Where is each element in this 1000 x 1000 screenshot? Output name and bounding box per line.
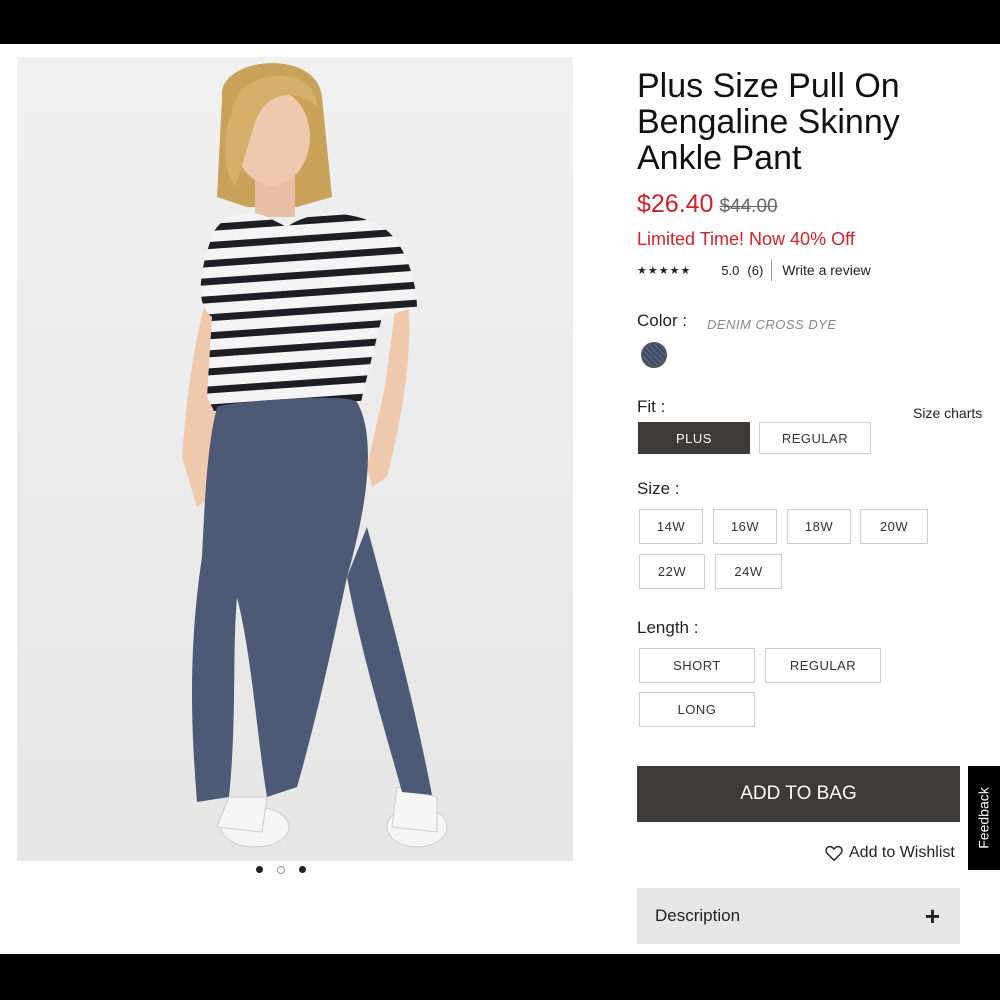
carousel-dot-3[interactable]	[299, 866, 306, 873]
product-info-panel: Plus Size Pull On Bengaline Skinny Ankle…	[637, 44, 1000, 954]
size-option-24w[interactable]: 24W	[715, 554, 782, 589]
write-review-link[interactable]: Write a review	[782, 262, 870, 278]
size-option-18w[interactable]: 18W	[787, 509, 851, 544]
sale-price: $26.40	[637, 190, 714, 218]
image-carousel-dots	[256, 866, 306, 874]
promo-text: Limited Time! Now 40% Off	[637, 229, 855, 249]
size-charts-link[interactable]: Size charts	[913, 405, 982, 421]
color-label: Color :	[637, 311, 688, 330]
rating-value: 5.0	[721, 262, 740, 278]
color-swatch-denim[interactable]	[641, 342, 667, 368]
color-value: DENIM CROSS DYE	[707, 317, 837, 332]
description-accordion[interactable]: Description +	[637, 888, 960, 944]
feedback-label: Feedback	[976, 787, 993, 849]
plus-icon: +	[924, 901, 940, 931]
carousel-dot-2[interactable]	[277, 866, 285, 874]
size-option-16w[interactable]: 16W	[713, 509, 777, 544]
fit-label: Fit :	[637, 397, 666, 416]
review-count[interactable]: (6)	[747, 263, 763, 278]
length-label: Length :	[637, 618, 699, 637]
product-image[interactable]	[17, 57, 573, 861]
description-label: Description	[655, 906, 741, 925]
heart-icon	[825, 845, 843, 861]
fit-option-plus[interactable]: PLUS	[638, 422, 750, 454]
fit-option-regular[interactable]: REGULAR	[759, 422, 871, 454]
rating-row: ★★★★★ 5.0 (6) Write a review	[637, 259, 871, 281]
add-to-bag-button[interactable]: ADD TO BAG	[637, 766, 960, 822]
feedback-tab[interactable]: Feedback	[968, 766, 1000, 870]
size-label: Size :	[637, 479, 680, 498]
price-row: $26.40 $44.00	[637, 190, 778, 219]
star-rating-icon: ★★★★★	[637, 264, 692, 277]
carousel-dot-1[interactable]	[256, 866, 263, 873]
length-option-short[interactable]: SHORT	[639, 648, 755, 683]
product-page: Plus Size Pull On Bengaline Skinny Ankle…	[0, 44, 1000, 954]
size-option-20w[interactable]: 20W	[860, 509, 928, 544]
add-to-wishlist-link[interactable]: Add to Wishlist	[825, 844, 955, 862]
divider	[771, 259, 773, 281]
size-option-22w[interactable]: 22W	[639, 554, 705, 589]
product-title: Plus Size Pull On Bengaline Skinny Ankle…	[637, 67, 900, 177]
wishlist-label: Add to Wishlist	[849, 844, 955, 861]
length-option-long[interactable]: LONG	[639, 692, 755, 727]
model-illustration	[17, 57, 573, 861]
size-option-14w[interactable]: 14W	[639, 509, 703, 544]
original-price: $44.00	[719, 196, 778, 217]
length-option-regular[interactable]: REGULAR	[765, 648, 881, 683]
